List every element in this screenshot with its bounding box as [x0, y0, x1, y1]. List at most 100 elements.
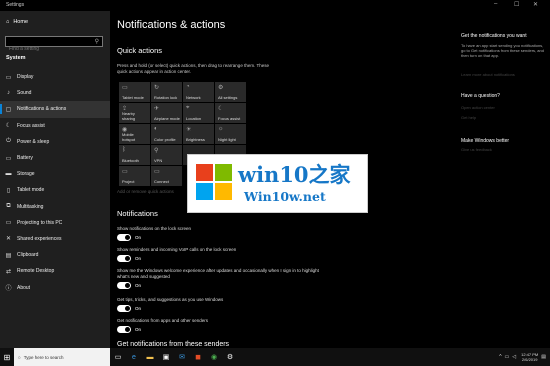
- battery-icon: ▭: [5, 155, 12, 162]
- sidebar: ⌂ Home ⚲ System ▭ Display ♪ Sound ▢ Notific…: [0, 11, 110, 348]
- moon-icon: ☾: [5, 123, 12, 130]
- quick-action-nearby-sharing[interactable]: ⇪ Nearby sharing: [119, 103, 150, 123]
- toggle-switch[interactable]: [117, 234, 131, 241]
- windows-logo-icon: [196, 164, 232, 200]
- sidebar-item-power[interactable]: ⏻ Power & sleep: [0, 134, 110, 150]
- tablet-mode-icon: ▭: [122, 85, 128, 91]
- window-title: Settings: [6, 2, 25, 8]
- start-button[interactable]: ⊞: [0, 348, 14, 366]
- taskbar-search[interactable]: ○ Type here to search: [14, 348, 110, 366]
- sidebar-item-sound[interactable]: ♪ Sound: [0, 85, 110, 101]
- sidebar-item-projecting[interactable]: ▭ Projecting to this PC: [0, 215, 110, 231]
- chevron-up-icon[interactable]: ^: [499, 354, 501, 360]
- sidebar-item-multitasking[interactable]: ⧉ Multitasking: [0, 199, 110, 215]
- title-bar: Settings – ☐ ✕: [0, 0, 550, 11]
- volume-icon[interactable]: ◁: [512, 354, 516, 360]
- quick-action-mobile-hotspot[interactable]: ◉ Mobile hotspot: [119, 124, 150, 144]
- open-action-center-link[interactable]: Open action center: [461, 105, 495, 110]
- quick-action-focus-assist[interactable]: ☾ Focus assist: [215, 103, 246, 123]
- page-title: Notifications & actions: [117, 19, 226, 31]
- quick-action-night-light[interactable]: ☼ Night light: [215, 124, 246, 144]
- network-icon: ◔: [186, 84, 190, 90]
- sidebar-item-battery[interactable]: ▭ Battery: [0, 150, 110, 166]
- storage-icon: ▬: [5, 171, 12, 178]
- sidebar-item-label: Remote Desktop: [17, 268, 55, 275]
- option-welcome-experience: Show me the Windows welcome experience a…: [117, 268, 319, 289]
- settings-search-box[interactable]: ⚲: [5, 36, 103, 54]
- home-link[interactable]: ⌂ Home: [6, 19, 28, 25]
- sidebar-item-remote-desktop[interactable]: ⇄ Remote Desktop: [0, 263, 110, 279]
- quick-action-brightness[interactable]: ☀ Brightness: [183, 124, 214, 144]
- brightness-icon: ☀: [186, 127, 192, 133]
- chrome-icon[interactable]: ◉: [206, 348, 222, 366]
- sidebar-item-label: About: [17, 284, 31, 291]
- option-lock-screen-notifications: Show notifications on the lock screen On: [117, 226, 192, 241]
- sidebar-section-title: System: [6, 55, 26, 61]
- sidebar-item-about[interactable]: ⓘ About: [0, 279, 110, 295]
- sidebar-item-clipboard[interactable]: ▤ Clipboard: [0, 247, 110, 263]
- home-icon: ⌂: [6, 19, 10, 25]
- multitasking-icon: ⧉: [6, 203, 11, 210]
- system-tray: ^ ▭ ◁ 12:47 PM 2/6/2019 ▤: [499, 348, 546, 366]
- quick-action-vpn[interactable]: ⚲ VPN: [151, 145, 182, 165]
- color-profile-icon: ◐: [154, 126, 158, 132]
- sidebar-item-label: Projecting to this PC: [17, 219, 63, 226]
- focus-assist-icon: ☾: [218, 106, 224, 112]
- learn-more-link[interactable]: Learn more about notifications: [461, 72, 515, 77]
- search-icon[interactable]: ⚲: [95, 38, 99, 45]
- network-tray-icon[interactable]: ▭: [505, 354, 510, 360]
- help-description: To have an app start sending you notific…: [461, 43, 544, 58]
- senders-heading: Get notifications from these senders: [117, 341, 230, 348]
- sidebar-item-display[interactable]: ▭ Display: [0, 69, 110, 85]
- quick-action-airplane-mode[interactable]: ✈ Airplane mode: [151, 103, 182, 123]
- add-remove-quick-actions-link[interactable]: Add or remove quick actions: [117, 189, 174, 194]
- toggle-switch[interactable]: [117, 305, 131, 312]
- sidebar-item-notifications[interactable]: ▢ Notifications & actions: [0, 101, 110, 118]
- sidebar-item-label: Multitasking: [17, 203, 44, 210]
- quick-action-network[interactable]: ◔ Network: [183, 82, 214, 102]
- file-explorer-icon[interactable]: ▬: [142, 348, 158, 366]
- sidebar-item-label: Battery: [17, 155, 33, 162]
- close-button[interactable]: ✕: [533, 1, 538, 8]
- feedback-heading: Make Windows better: [461, 138, 510, 144]
- sidebar-item-shared-experiences[interactable]: ✕ Shared experiences: [0, 231, 110, 247]
- quick-action-connect[interactable]: ▭ Connect: [151, 166, 182, 186]
- office-icon[interactable]: ◼: [190, 348, 206, 366]
- power-icon: ⏻: [6, 138, 11, 145]
- sidebar-item-label: Display: [17, 74, 34, 81]
- bluetooth-icon: ᛒ: [122, 147, 126, 153]
- edge-icon[interactable]: e: [126, 348, 142, 366]
- sidebar-item-label: Sound: [17, 90, 32, 97]
- toggle-switch[interactable]: [117, 326, 131, 333]
- clock[interactable]: 12:47 PM 2/6/2019: [521, 352, 538, 362]
- give-feedback-link[interactable]: Give us feedback: [461, 147, 492, 152]
- quick-action-bluetooth[interactable]: ᛒ Bluetooth: [119, 145, 150, 165]
- task-view-icon[interactable]: ▭: [110, 348, 126, 366]
- maximize-button[interactable]: ☐: [514, 1, 519, 8]
- sidebar-item-label: Notifications & actions: [17, 106, 67, 113]
- display-icon: ▭: [5, 74, 12, 81]
- notifications-icon: ▢: [5, 106, 12, 113]
- sidebar-item-storage[interactable]: ▬ Storage: [0, 166, 110, 182]
- toggle-switch[interactable]: [117, 282, 131, 289]
- quick-action-tablet-mode[interactable]: ▭ Tablet mode: [119, 82, 150, 102]
- settings-app-icon[interactable]: ⚙: [222, 348, 238, 366]
- minimize-button[interactable]: –: [494, 1, 497, 7]
- quick-action-all-settings[interactable]: ⚙ All settings: [215, 82, 246, 102]
- settings-search-input[interactable]: [6, 44, 102, 54]
- quick-action-color-profile[interactable]: ◐ Color profile: [151, 124, 182, 144]
- store-icon[interactable]: ▣: [158, 348, 174, 366]
- quick-action-rotation-lock[interactable]: ↻ Rotation lock: [151, 82, 182, 102]
- sidebar-item-focus-assist[interactable]: ☾ Focus assist: [0, 118, 110, 134]
- search-icon: ○: [18, 354, 21, 360]
- location-icon: ⌖: [186, 105, 190, 111]
- action-center-icon[interactable]: ▤: [541, 354, 546, 360]
- shared-icon: ✕: [5, 236, 12, 243]
- toggle-switch[interactable]: [117, 255, 131, 262]
- quick-action-project[interactable]: ▭ Project: [119, 166, 150, 186]
- option-app-notifications: Get notifications from apps and other se…: [117, 318, 209, 333]
- get-help-link[interactable]: Get help: [461, 115, 476, 120]
- quick-action-location[interactable]: ⌖ Location: [183, 103, 214, 123]
- sidebar-item-tablet-mode[interactable]: ▯ Tablet mode: [0, 182, 110, 198]
- mail-icon[interactable]: ✉: [174, 348, 190, 366]
